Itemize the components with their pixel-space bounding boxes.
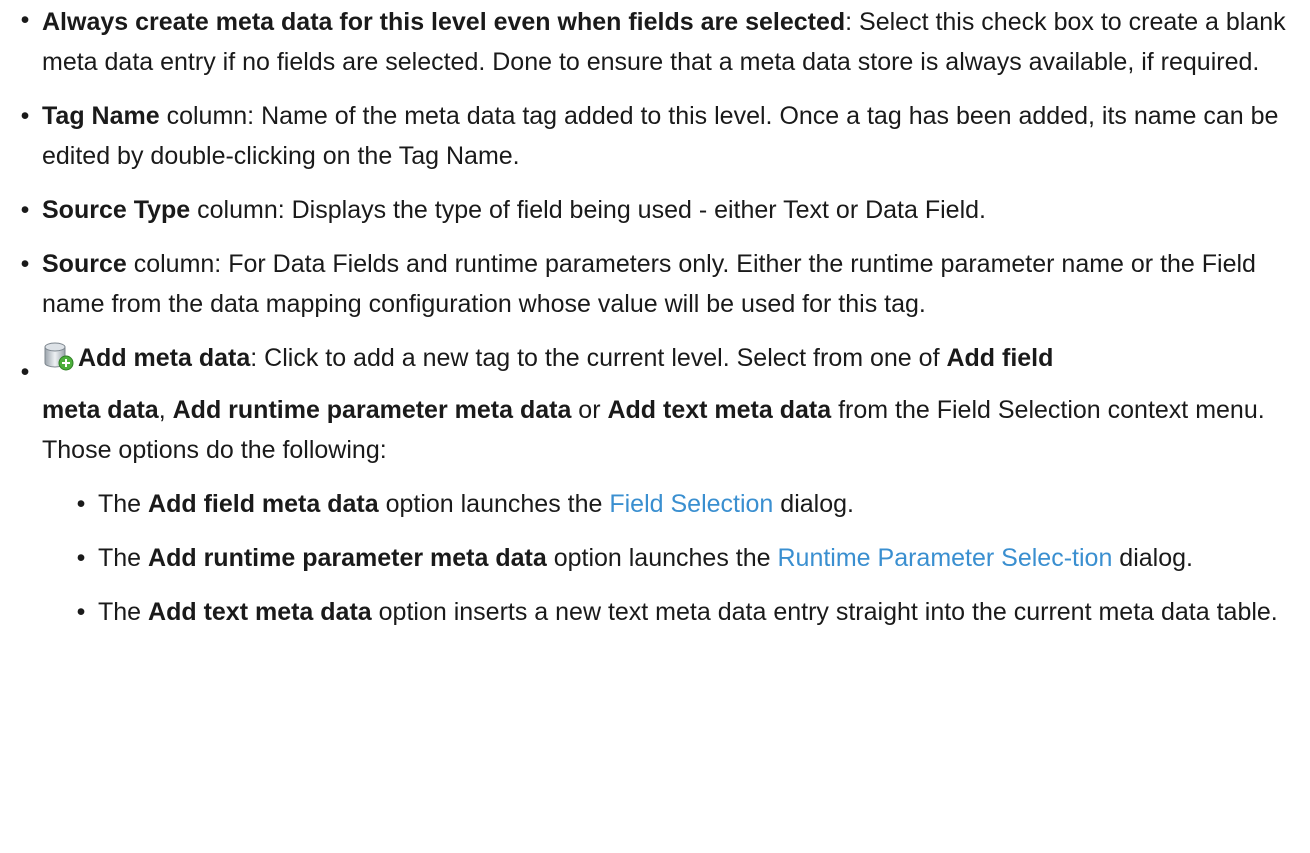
list-item: • Always create meta data for this level… xyxy=(21,0,1290,82)
option-sublist: • The Add field meta data option launche… xyxy=(42,484,1290,632)
field-list: • Always create meta data for this level… xyxy=(21,0,1290,470)
option-name: Add field meta data xyxy=(148,490,379,518)
separator: or xyxy=(571,396,608,424)
bullet: • xyxy=(20,250,30,278)
document-body: • Always create meta data for this level… xyxy=(0,0,1310,632)
item-description: column: Displays the type of field being… xyxy=(190,196,986,224)
text: option launches the xyxy=(546,544,778,572)
field-selection-link[interactable]: Field Selection xyxy=(609,490,773,518)
sub-list-item: • The Add runtime parameter meta data op… xyxy=(77,538,1290,578)
add-runtime-term: Add runtime parameter meta data xyxy=(172,396,572,424)
item-description: column: Name of the meta data tag added … xyxy=(42,102,1279,170)
text: The xyxy=(98,544,149,572)
item-title: Source Type xyxy=(42,196,191,224)
add-field-term-cont: meta data xyxy=(42,396,159,424)
text: dialog. xyxy=(1112,544,1193,572)
add-text-term: Add text meta data xyxy=(607,396,832,424)
bullet: • xyxy=(76,544,86,572)
runtime-parameter-selection-link[interactable]: Runtime Parameter Selec-tion xyxy=(777,544,1112,572)
add-meta-data-label: Add meta data xyxy=(78,344,251,372)
bullet: • xyxy=(20,102,30,130)
text: The xyxy=(98,598,149,626)
sub-list-item: • The Add field meta data option launche… xyxy=(77,484,1290,524)
add-meta-description: : Click to add a new tag to the current … xyxy=(250,344,947,372)
add-field-term: Add field xyxy=(946,344,1054,372)
list-item: • Source column: For Data Fields and run… xyxy=(21,244,1290,324)
list-item-add-meta-data: • Add meta data: Click to add a new tag … xyxy=(21,338,1290,470)
text: The xyxy=(98,490,149,518)
bullet: • xyxy=(76,490,86,518)
option-name: Add runtime parameter meta data xyxy=(148,544,547,572)
bullet: • xyxy=(20,358,30,386)
bullet: • xyxy=(20,196,30,224)
item-title: Always create meta data for this level e… xyxy=(42,8,846,36)
text: option inserts a new text meta data entr… xyxy=(371,598,1278,626)
item-title: Tag Name xyxy=(42,102,160,130)
list-item: • Source Type column: Displays the type … xyxy=(21,190,1290,230)
bullet: • xyxy=(76,598,86,626)
bullet: • xyxy=(20,6,30,34)
database-add-icon xyxy=(44,342,74,371)
sub-list-item: • The Add text meta data option inserts … xyxy=(77,592,1290,632)
option-name: Add text meta data xyxy=(148,598,372,626)
item-description: column: For Data Fields and runtime para… xyxy=(42,250,1256,318)
text: option launches the xyxy=(378,490,610,518)
list-item: • Tag Name column: Name of the meta data… xyxy=(21,96,1290,176)
item-title: Source xyxy=(42,250,127,278)
text: dialog. xyxy=(773,490,854,518)
separator: , xyxy=(158,396,173,424)
